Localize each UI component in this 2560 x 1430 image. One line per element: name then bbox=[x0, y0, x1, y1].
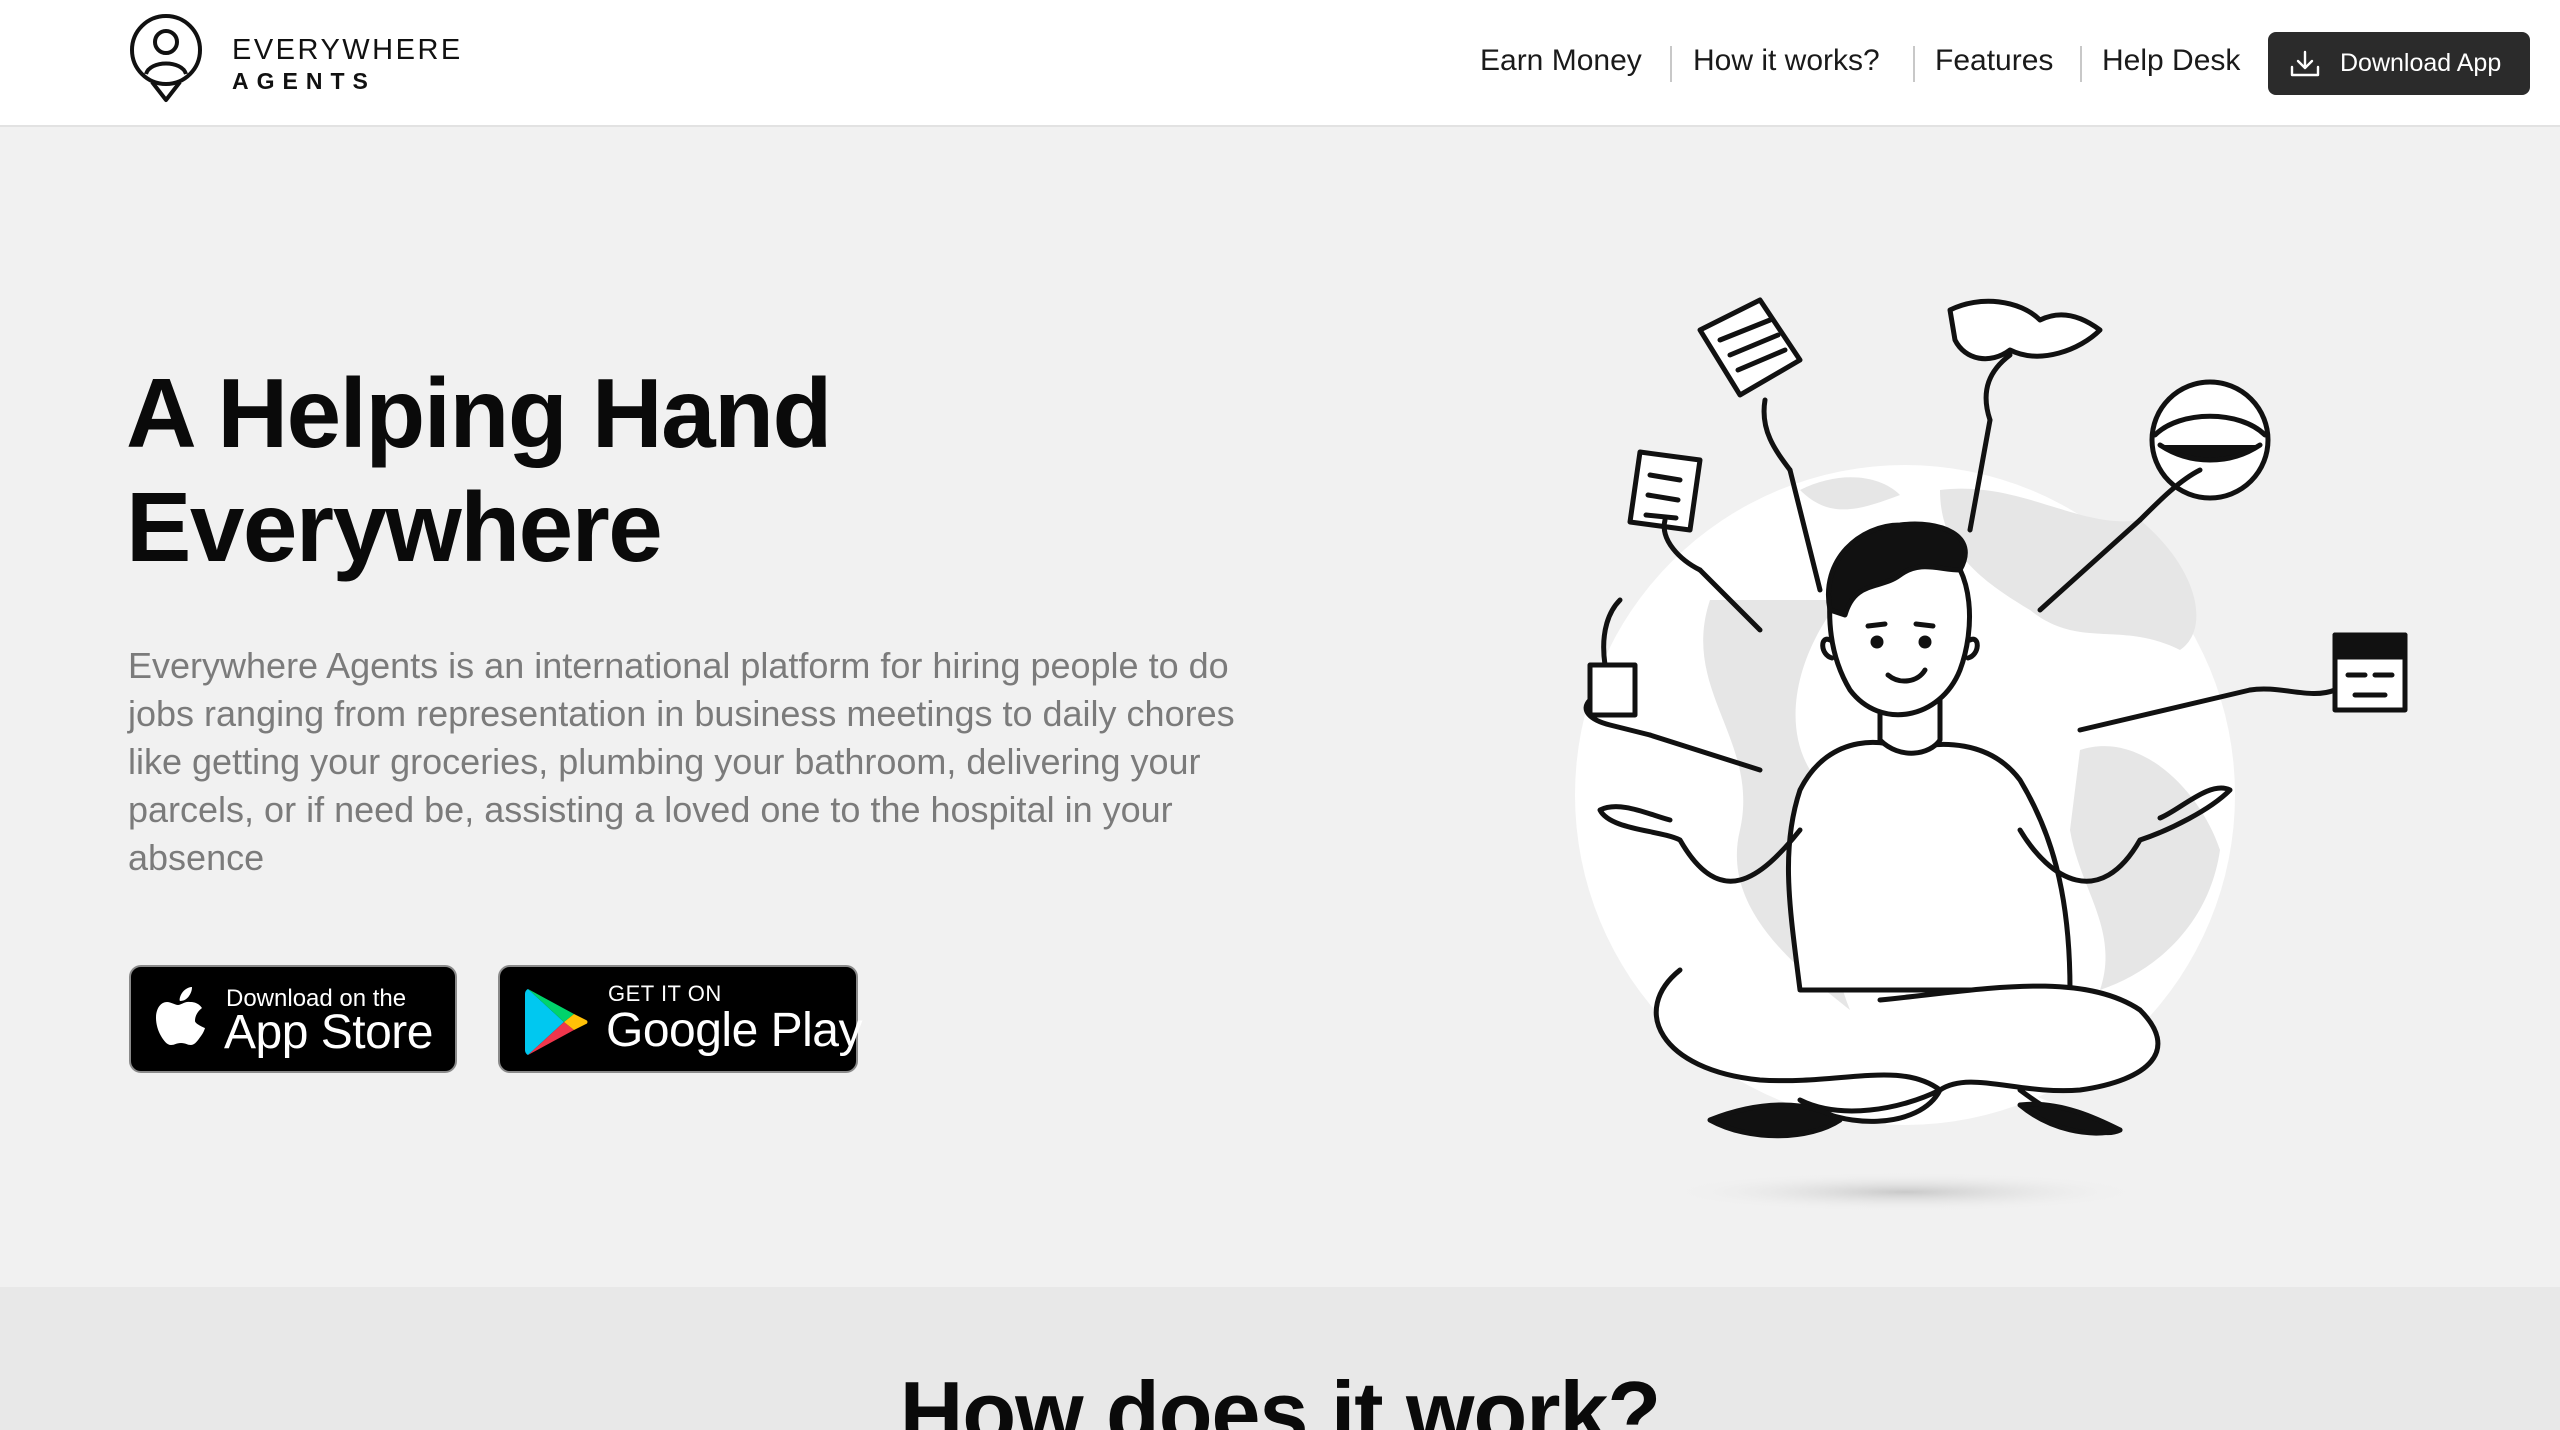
nav-separator bbox=[2080, 46, 2082, 82]
nav-earn-money[interactable]: Earn Money bbox=[1480, 44, 1642, 78]
brand-name-line-2: AGENTS bbox=[232, 68, 376, 94]
nav-separator bbox=[1670, 46, 1672, 82]
google-play-big-text: Google Play bbox=[606, 1004, 863, 1057]
app-store-button[interactable]: Download on the App Store bbox=[129, 965, 457, 1073]
apple-logo-icon bbox=[156, 987, 205, 1045]
hero-description: Everywhere Agents is an international pl… bbox=[128, 645, 1235, 878]
download-app-label: Download App bbox=[2340, 49, 2502, 77]
google-play-button[interactable]: GET IT ON Google Play bbox=[498, 965, 863, 1073]
nav-help-desk[interactable]: Help Desk bbox=[2102, 44, 2240, 78]
brand-logo[interactable]: EVERYWHERE AGENTS bbox=[126, 12, 460, 108]
hero-title: A Helping Hand Everywhere bbox=[126, 356, 1026, 584]
nav-separator bbox=[1913, 46, 1915, 82]
app-store-big-text: App Store bbox=[224, 1006, 433, 1059]
nav-features[interactable]: Features bbox=[1935, 44, 2053, 78]
hero-title-line-2: Everywhere bbox=[126, 472, 663, 582]
download-tray-icon bbox=[2290, 50, 2320, 77]
how-it-works-title: How does it work? bbox=[899, 1363, 1661, 1430]
google-play-triangle-icon bbox=[525, 989, 588, 1055]
nav-how-it-works[interactable]: How it works? bbox=[1693, 44, 1880, 78]
hero-title-line-1: A Helping Hand bbox=[126, 358, 832, 468]
site-header: EVERYWHERE AGENTS Earn Money How it work… bbox=[0, 0, 2560, 127]
ground-shadow bbox=[1665, 1172, 2145, 1212]
hero-illustration bbox=[1575, 297, 2408, 1212]
how-it-works-section: How does it work? bbox=[0, 1287, 2560, 1430]
download-app-button[interactable]: Download App bbox=[2268, 32, 2530, 95]
location-pin-person-icon bbox=[130, 14, 202, 102]
brand-name-line-1: EVERYWHERE bbox=[232, 34, 463, 66]
